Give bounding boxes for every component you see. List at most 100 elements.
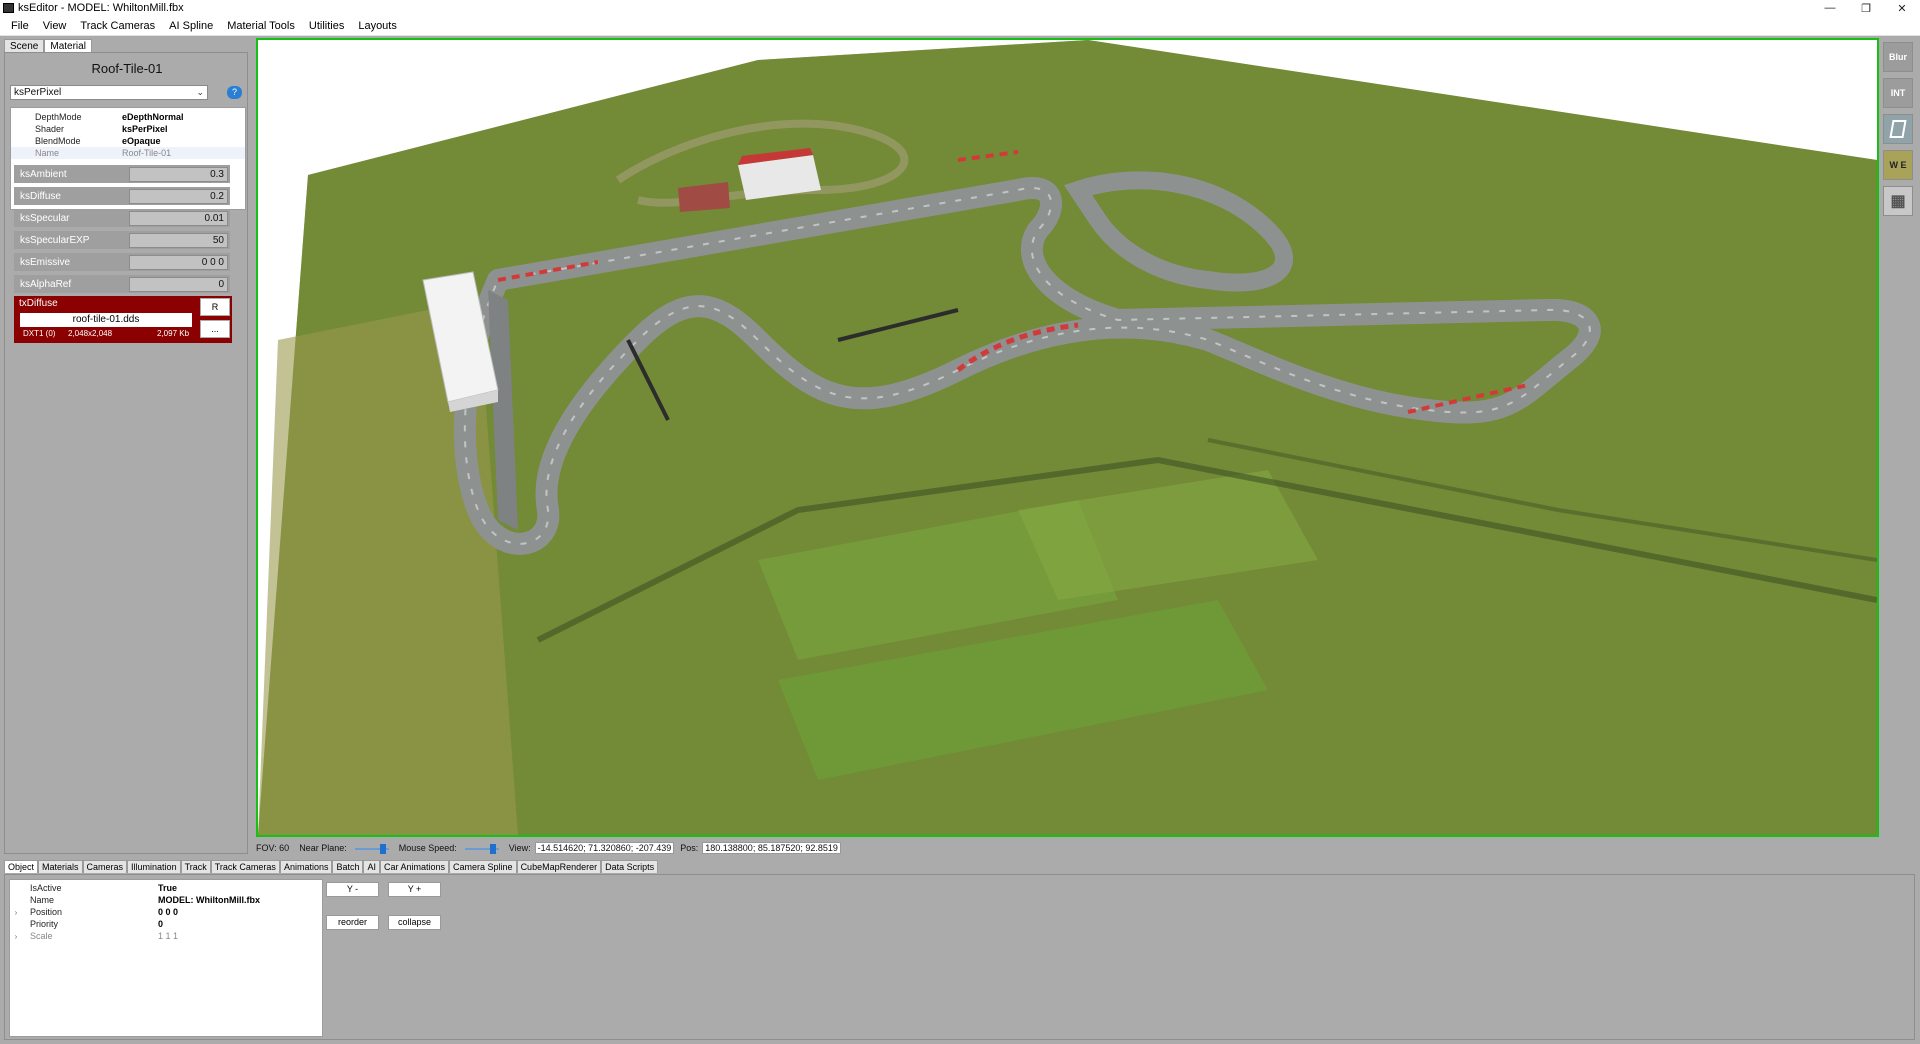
shader-select[interactable]: ksPerPixel ⌄ bbox=[10, 85, 208, 100]
param-ksalpharef: ksAlphaRef 0 bbox=[14, 275, 230, 293]
texture-size: 2,097 Kb bbox=[157, 329, 190, 338]
property-row[interactable]: Shader ksPerPixel bbox=[11, 123, 245, 135]
menu-utilities[interactable]: Utilities bbox=[302, 20, 351, 32]
object-property-value[interactable]: 0 bbox=[158, 919, 163, 929]
app-icon bbox=[3, 3, 14, 13]
param-value-input[interactable]: 0.2 bbox=[129, 188, 228, 204]
expander-icon[interactable]: › bbox=[10, 932, 22, 941]
we-tool-button[interactable]: W E bbox=[1883, 150, 1913, 180]
window-title: ksEditor - MODEL: WhiltonMill.fbx bbox=[18, 2, 184, 14]
menu-layouts[interactable]: Layouts bbox=[351, 20, 404, 32]
object-property-row[interactable]: Name MODEL: WhiltonMill.fbx bbox=[10, 894, 322, 906]
int-tool-button[interactable]: INT bbox=[1883, 78, 1913, 108]
y-minus-button[interactable]: Y - bbox=[326, 882, 379, 897]
int-tool-label: INT bbox=[1890, 88, 1906, 98]
object-property-row[interactable]: IsActive True bbox=[10, 882, 322, 894]
menu-file[interactable]: File bbox=[4, 20, 36, 32]
expander-icon[interactable]: › bbox=[10, 908, 22, 917]
property-name: BlendMode bbox=[35, 136, 81, 146]
tab-batch[interactable]: Batch bbox=[332, 860, 364, 873]
tab-animations[interactable]: Animations bbox=[279, 860, 333, 873]
property-name: Name bbox=[35, 148, 60, 158]
object-property-name: IsActive bbox=[30, 883, 62, 893]
param-ksspecular: ksSpecular 0.01 bbox=[14, 209, 230, 227]
property-value[interactable]: Roof-Tile-01 bbox=[122, 148, 171, 158]
param-label: ksSpecular bbox=[20, 212, 70, 224]
tab-ai[interactable]: AI bbox=[363, 860, 380, 873]
position-vector-field[interactable]: 180.138800; 85.187520; 92.8519 bbox=[702, 842, 841, 854]
param-label: ksEmissive bbox=[20, 256, 71, 268]
reload-texture-button[interactable]: R bbox=[200, 298, 230, 316]
tab-illumination[interactable]: Illumination bbox=[127, 860, 181, 873]
maximize-button[interactable]: ❐ bbox=[1848, 0, 1884, 16]
property-row[interactable]: Name Roof-Tile-01 bbox=[11, 147, 245, 159]
property-value[interactable]: ksPerPixel bbox=[122, 124, 168, 134]
tab-scene[interactable]: Scene bbox=[4, 39, 45, 53]
mouse-speed-slider[interactable] bbox=[464, 843, 499, 854]
fov-readout: FOV: 60 bbox=[256, 843, 290, 853]
y-plus-button[interactable]: Y + bbox=[388, 882, 441, 897]
tab-object[interactable]: Object bbox=[4, 860, 39, 873]
property-name: Shader bbox=[35, 124, 65, 134]
grid-tool-button[interactable]: ▦ bbox=[1883, 186, 1913, 216]
menu-track-cameras[interactable]: Track Cameras bbox=[73, 20, 162, 32]
object-property-value[interactable]: True bbox=[158, 883, 177, 893]
param-value-input[interactable]: 50 bbox=[129, 232, 228, 248]
near-plane-label: Near Plane: bbox=[299, 843, 347, 853]
property-row[interactable]: BlendMode eOpaque bbox=[11, 135, 245, 147]
property-row[interactable]: DepthMode eDepthNormal bbox=[11, 111, 245, 123]
grid-icon: ▦ bbox=[1890, 193, 1906, 210]
object-property-row[interactable]: Priority 0 bbox=[10, 918, 322, 930]
param-value-input[interactable]: 0 bbox=[129, 276, 228, 292]
texture-format: DXT1 (0) bbox=[23, 329, 56, 338]
property-value[interactable]: eOpaque bbox=[122, 136, 161, 146]
view-label: View: bbox=[508, 843, 531, 853]
object-property-row[interactable]: › Scale 1 1 1 bbox=[10, 930, 322, 942]
param-value-input[interactable]: 0 0 0 bbox=[129, 254, 228, 270]
slider-thumb[interactable] bbox=[489, 843, 496, 854]
object-property-row[interactable]: › Position 0 0 0 bbox=[10, 906, 322, 918]
reorder-button[interactable]: reorder bbox=[326, 915, 379, 930]
shader-select-value: ksPerPixel bbox=[14, 87, 62, 98]
tab-cameras[interactable]: Cameras bbox=[82, 860, 128, 873]
track-render bbox=[258, 40, 1877, 835]
texture-dimensions: 2,048x2,048 bbox=[68, 329, 113, 338]
close-button[interactable]: ✕ bbox=[1884, 0, 1920, 16]
minimize-button[interactable]: — bbox=[1812, 0, 1848, 16]
menu-bar: File View Track Cameras AI Spline Materi… bbox=[0, 16, 1920, 36]
tab-track-cameras[interactable]: Track Cameras bbox=[210, 860, 280, 873]
material-title: Roof-Tile-01 bbox=[91, 61, 163, 76]
tab-cubemap-renderer[interactable]: CubeMapRenderer bbox=[516, 860, 602, 873]
texture-file-name[interactable]: roof-tile-01.dds bbox=[20, 313, 192, 327]
param-label: ksSpecularEXP bbox=[20, 234, 90, 246]
tab-car-animations[interactable]: Car Animations bbox=[380, 860, 450, 873]
tab-data-scripts[interactable]: Data Scripts bbox=[601, 860, 659, 873]
tab-camera-spline[interactable]: Camera Spline bbox=[449, 860, 517, 873]
object-property-value[interactable]: MODEL: WhiltonMill.fbx bbox=[158, 895, 260, 905]
browse-texture-button[interactable]: ... bbox=[200, 320, 230, 338]
near-plane-slider[interactable] bbox=[354, 843, 389, 854]
blur-tool-button[interactable]: Blur bbox=[1883, 42, 1913, 72]
chevron-down-icon: ⌄ bbox=[196, 87, 204, 97]
slider-thumb[interactable] bbox=[379, 843, 386, 854]
property-value[interactable]: eDepthNormal bbox=[122, 112, 184, 122]
3d-viewport[interactable] bbox=[256, 38, 1879, 837]
view-vector-field[interactable]: -14.514620; 71.320860; -207.439 bbox=[534, 842, 675, 854]
object-property-value[interactable]: 1 1 1 bbox=[158, 931, 178, 941]
param-value-input[interactable]: 0.3 bbox=[129, 166, 228, 182]
menu-material-tools[interactable]: Material Tools bbox=[220, 20, 302, 32]
bottom-tabstrip: Object Materials Cameras Illumination Tr… bbox=[4, 860, 659, 873]
object-property-value[interactable]: 0 0 0 bbox=[158, 907, 178, 917]
property-name: DepthMode bbox=[35, 112, 82, 122]
param-ksdiffuse: ksDiffuse 0.2 bbox=[14, 187, 230, 205]
camera-tool-button[interactable] bbox=[1883, 114, 1913, 144]
tab-materials[interactable]: Materials bbox=[38, 860, 83, 873]
collapse-button[interactable]: collapse bbox=[388, 915, 441, 930]
param-value-input[interactable]: 0.01 bbox=[129, 210, 228, 226]
object-property-name: Priority bbox=[30, 919, 59, 929]
tab-track[interactable]: Track bbox=[180, 860, 211, 873]
menu-ai-spline[interactable]: AI Spline bbox=[162, 20, 220, 32]
tab-material[interactable]: Material bbox=[44, 39, 92, 53]
menu-view[interactable]: View bbox=[36, 20, 74, 32]
help-icon[interactable]: ? bbox=[227, 86, 242, 99]
